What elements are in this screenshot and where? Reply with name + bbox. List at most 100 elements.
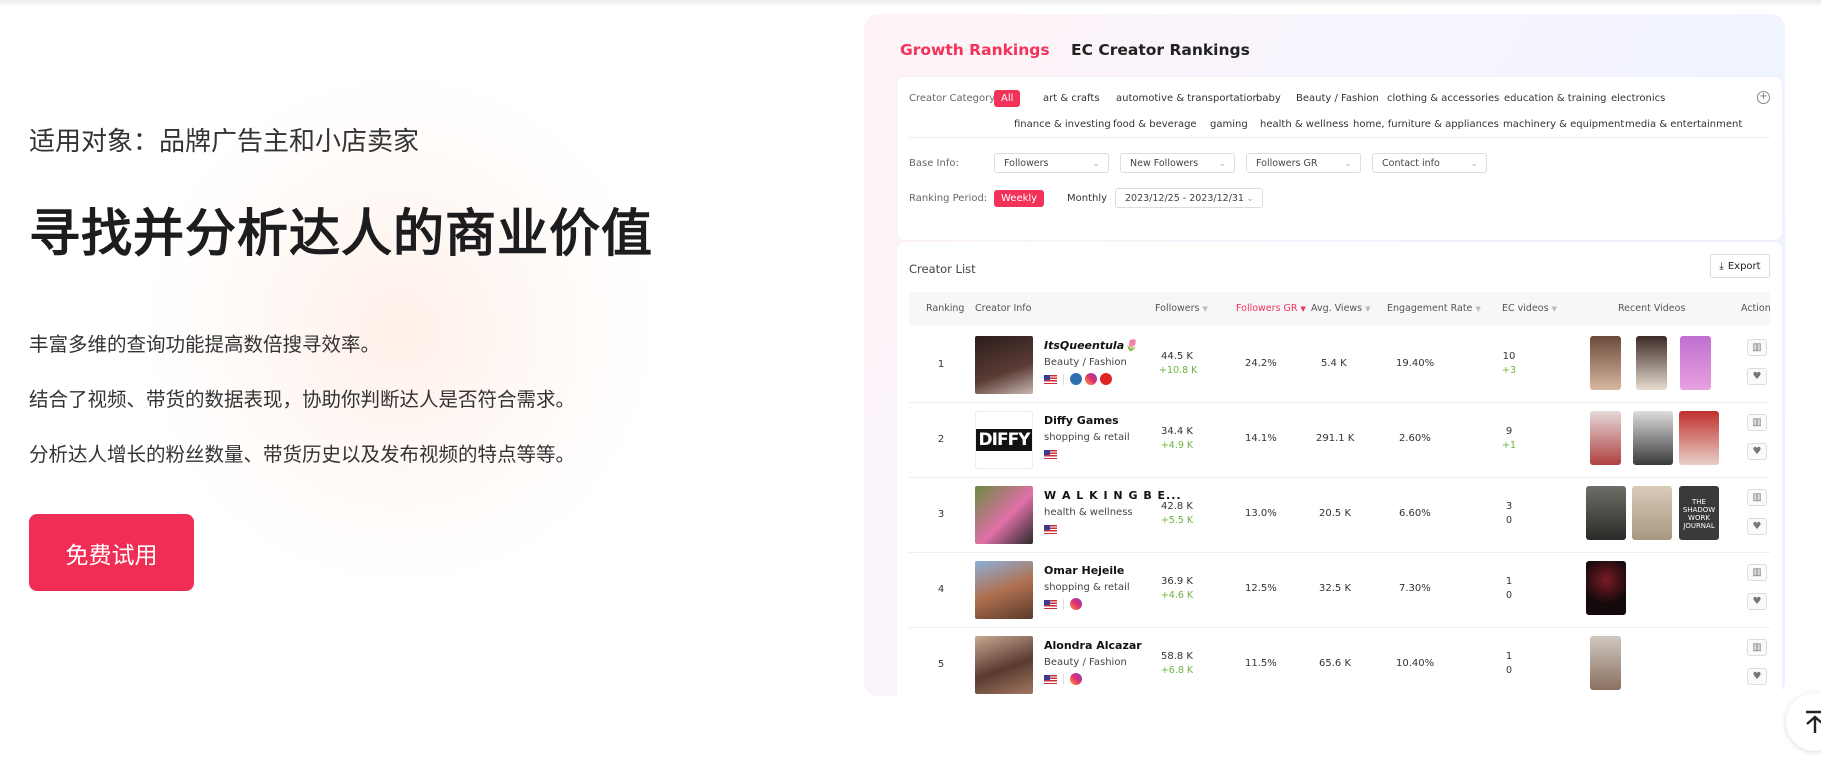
instagram-icon[interactable] [1085,373,1097,385]
category-chip[interactable]: automotive & transportation [1116,93,1259,104]
category-chip[interactable]: finance & investing [1014,119,1111,130]
category-chip[interactable]: education & training [1504,93,1607,104]
new-followers-select[interactable]: New Followers ⌄ [1120,153,1235,173]
favorite-heart-icon[interactable]: ♥ [1747,518,1767,535]
engagement-rate-value: 6.60% [1399,508,1431,519]
table-row[interactable]: 4 Omar Hejeile shopping & retail 36.9 K +… [909,552,1770,628]
back-to-top-button[interactable] [1786,693,1821,751]
col-followers[interactable]: Followers ▼ [1155,303,1208,314]
analytics-icon[interactable]: ▥ [1747,639,1767,656]
favorite-heart-icon[interactable]: ♥ [1747,443,1767,460]
analytics-icon[interactable]: ▥ [1747,564,1767,581]
sort-caret-icon: ▼ [1475,305,1481,313]
period-weekly[interactable]: Weekly [994,190,1045,207]
sort-caret-icon: ▼ [1551,305,1557,313]
product-screenshot-panel: Growth Rankings EC Creator Rankings Crea… [864,14,1785,696]
table-row[interactable]: 1 ItsQueentula🌷 Beauty / Fashion 44.5 K +… [909,327,1770,403]
avatar[interactable]: DIFFY [975,411,1033,469]
ec-new: 0 [1505,515,1513,526]
avatar[interactable] [975,486,1033,544]
creator-name[interactable]: ItsQueentula🌷 [1044,339,1138,352]
avatar[interactable] [975,336,1033,394]
col-avg-views[interactable]: Avg. Views ▼ [1311,303,1371,314]
period-monthly[interactable]: Monthly [1067,193,1107,204]
free-trial-button[interactable]: 免费试用 [29,514,194,591]
avatar[interactable] [975,636,1033,694]
followers-gr-select[interactable]: Followers GR ⌄ [1246,153,1361,173]
category-chip[interactable]: home, furniture & appliances [1353,119,1499,130]
category-chip[interactable]: machinery & equipment [1503,119,1624,130]
export-label: Export [1727,260,1761,272]
category-chip[interactable]: electronics [1611,93,1665,104]
diffy-logo-text: DIFFY [976,429,1032,451]
email-icon[interactable] [1070,373,1082,385]
category-chip[interactable]: food & beverage [1113,119,1197,130]
avatar[interactable] [975,561,1033,619]
icon-separator [1063,674,1064,685]
export-button[interactable]: ⤓ Export [1710,254,1770,278]
followers-gr-value: 11.5% [1245,658,1277,669]
category-chip[interactable]: media & entertainment [1625,119,1742,130]
col-creator-info: Creator Info [975,303,1032,314]
analytics-icon[interactable]: ▥ [1747,339,1767,356]
youtube-icon[interactable] [1100,373,1112,385]
instagram-icon[interactable] [1070,673,1082,685]
chevron-down-icon: ⌄ [1470,159,1478,169]
creator-name[interactable]: Alondra Alcazar [1044,639,1142,652]
col-followers-gr[interactable]: Followers GR ▼ [1236,303,1306,314]
followers-count: 42.8 K [1160,501,1193,512]
favorite-heart-icon[interactable]: ♥ [1747,368,1767,385]
col-engagement-rate[interactable]: Engagement Rate ▼ [1387,303,1481,314]
table-row[interactable]: 3 W A L K I N G B E... health & wellness… [909,477,1770,553]
new-followers: +4.6 K [1160,590,1194,601]
sort-caret-icon: ▼ [1300,305,1306,313]
instagram-icon[interactable] [1070,598,1082,610]
chevron-down-icon: ⌄ [1092,159,1100,169]
chevron-down-icon: ⌄ [1246,194,1254,204]
ec-count: 9 [1505,426,1513,437]
video-thumbnail[interactable] [1586,561,1626,615]
video-thumbnail[interactable] [1586,486,1626,540]
category-chip[interactable]: gaming [1210,119,1248,130]
expand-categories-icon[interactable]: + [1757,91,1770,104]
date-range-select[interactable]: 2023/12/25 - 2023/12/31 ⌄ [1115,188,1263,208]
video-thumbnail[interactable] [1633,411,1673,465]
col-ec-videos[interactable]: EC videos ▼ [1502,303,1557,314]
contact-info-select[interactable]: Contact info ⌄ [1372,153,1487,173]
video-thumbnail[interactable] [1679,411,1719,465]
hero-subtitle: 适用对象：品牌广告主和小店卖家 [29,127,420,157]
tab-growth-rankings[interactable]: Growth Rankings [900,41,1050,59]
category-chip[interactable]: Beauty / Fashion [1296,93,1379,104]
table-row[interactable]: 5 Alondra Alcazar Beauty / Fashion 58.8 … [909,627,1770,696]
video-thumbnail[interactable]: THE SHADOW WORK JOURNAL [1679,486,1719,540]
arrow-up-icon [1806,710,1821,733]
filter-divider [909,137,1770,138]
category-chip[interactable]: baby [1256,93,1281,104]
followers-gr-value: 12.5% [1245,583,1277,594]
followers-value: 42.8 K +5.5 K [1159,501,1195,526]
video-thumbnail[interactable] [1590,636,1621,690]
rank: 4 [937,584,945,595]
favorite-heart-icon[interactable]: ♥ [1747,668,1767,685]
video-thumbnail[interactable] [1632,486,1672,540]
analytics-icon[interactable]: ▥ [1747,414,1767,431]
creator-name[interactable]: Diffy Games [1044,414,1119,427]
followers-select[interactable]: Followers ⌄ [994,153,1109,173]
video-thumbnail[interactable] [1680,336,1711,390]
chevron-down-icon: ⌄ [1218,159,1226,169]
video-thumbnail[interactable] [1636,336,1667,390]
favorite-heart-icon[interactable]: ♥ [1747,593,1767,610]
creator-name[interactable]: Omar Hejeile [1044,564,1124,577]
category-chip[interactable]: art & crafts [1043,93,1100,104]
analytics-icon[interactable]: ▥ [1747,489,1767,506]
new-followers: +10.8 K [1159,365,1198,376]
table-header: Ranking Creator Info Followers ▼ Followe… [909,292,1771,326]
category-chip-all[interactable]: All [994,90,1021,107]
tab-ec-creator-rankings[interactable]: EC Creator Rankings [1071,41,1250,59]
followers-count: 34.4 K [1160,426,1193,437]
table-row[interactable]: 2 DIFFY Diffy Games shopping & retail 34… [909,402,1770,478]
category-chip[interactable]: health & wellness [1260,119,1349,130]
category-chip[interactable]: clothing & accessories [1387,93,1499,104]
video-thumbnail[interactable] [1590,411,1621,465]
video-thumbnail[interactable] [1590,336,1621,390]
